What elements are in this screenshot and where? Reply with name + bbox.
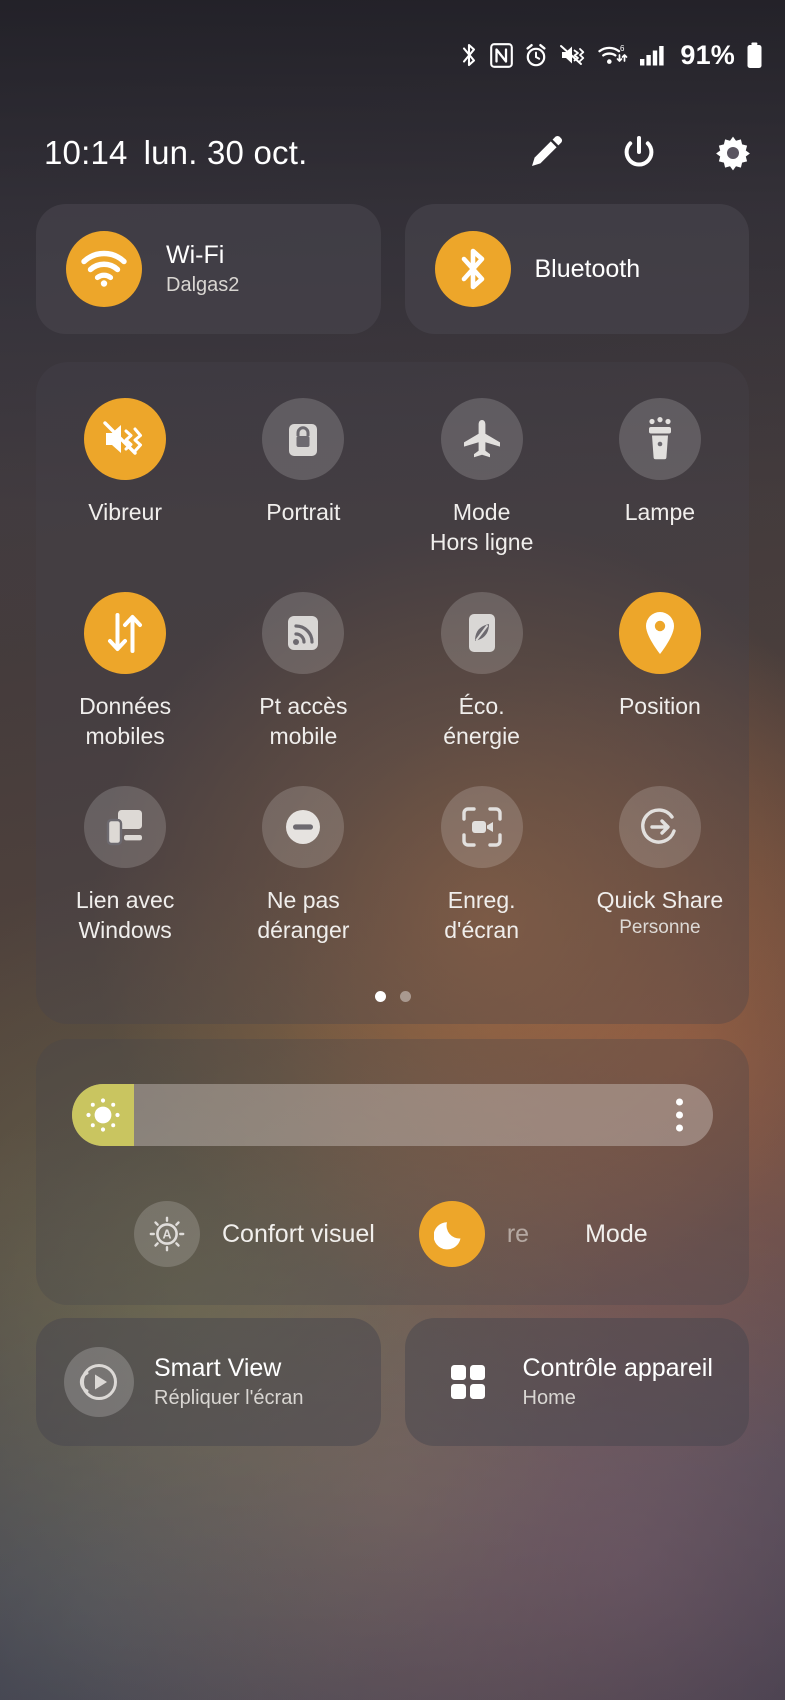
brightness-slider[interactable] bbox=[72, 1084, 713, 1146]
overflow-menu-icon[interactable] bbox=[676, 1098, 683, 1132]
page-dot-2[interactable] bbox=[399, 991, 411, 1002]
eye-comfort-label: Confort visuel bbox=[222, 1219, 375, 1248]
vibrate-icon bbox=[84, 398, 167, 480]
svg-text:6: 6 bbox=[620, 44, 625, 53]
tile-label: Éco. énergie bbox=[443, 693, 520, 749]
brightness-sun-icon[interactable] bbox=[83, 1095, 123, 1135]
do-not-disturb-icon bbox=[262, 786, 345, 868]
wifi-icon bbox=[66, 231, 142, 307]
nfc-icon bbox=[490, 42, 514, 68]
tile-portrait[interactable]: Portrait bbox=[214, 398, 392, 584]
tile-ne-pas-deranger[interactable]: Ne pas déranger bbox=[214, 786, 392, 972]
dark-mode-label: re bbox=[506, 1219, 530, 1248]
brightness-panel: A Confort visuel re Mode bbox=[36, 1039, 749, 1305]
tile-eco-energie[interactable]: Éco. énergie bbox=[393, 592, 571, 778]
tile-label: Ne pas déranger bbox=[257, 887, 350, 943]
tile-lampe[interactable]: Lampe bbox=[571, 398, 749, 584]
tile-mode-hors-ligne[interactable]: Mode Hors ligne bbox=[393, 398, 571, 584]
tile-pt-acces-mobile[interactable]: Pt accès mobile bbox=[214, 592, 392, 778]
device-control-tile[interactable]: Contrôle appareil Home bbox=[404, 1318, 749, 1446]
header-actions bbox=[523, 131, 755, 175]
eye-comfort-icon: A bbox=[134, 1201, 200, 1267]
tile-label: Vibreur bbox=[88, 499, 162, 525]
quick-toggles-panel: Vibreur Portrait Mode Hors ligne Lampe D… bbox=[36, 362, 749, 1024]
device-control-icon bbox=[433, 1347, 503, 1417]
smart-view-sublabel: Répliquer l'écran bbox=[154, 1387, 304, 1409]
dark-mode-toggle[interactable]: re Mode bbox=[418, 1201, 648, 1267]
device-control-sublabel: Home bbox=[522, 1387, 576, 1409]
bluetooth-icon bbox=[434, 231, 511, 307]
device-control-label: Contrôle appareil bbox=[522, 1354, 713, 1382]
quick-settings-panel: 6 91% 10:14 lun. 30 oct. Wi-Fi Dalgas2 B… bbox=[0, 0, 785, 1700]
rotation-lock-icon bbox=[262, 398, 345, 480]
tile-label: Position bbox=[618, 693, 701, 719]
mobile-data-icon bbox=[84, 592, 167, 674]
bottom-tiles: Smart View Répliquer l'écran Contrôle ap… bbox=[36, 1318, 749, 1446]
bluetooth-tile[interactable]: Bluetooth bbox=[404, 204, 749, 334]
tile-enreg-decran[interactable]: Enreg. d'écran bbox=[393, 786, 571, 972]
settings-button[interactable] bbox=[711, 131, 755, 175]
status-bar: 6 91% bbox=[0, 0, 785, 110]
tile-sublabel: Personne bbox=[619, 917, 701, 938]
alarm-icon bbox=[524, 43, 548, 68]
smart-view-label: Smart View bbox=[154, 1354, 282, 1382]
quick-toggles-grid: Vibreur Portrait Mode Hors ligne Lampe D… bbox=[36, 398, 749, 972]
wifi-6-icon: 6 bbox=[598, 43, 628, 68]
hotspot-icon bbox=[262, 592, 345, 674]
svg-text:A: A bbox=[162, 1227, 171, 1241]
vibrate-icon bbox=[559, 43, 587, 67]
battery-icon bbox=[746, 42, 763, 69]
battery-saver-icon bbox=[440, 592, 523, 674]
signal-bars-icon bbox=[639, 43, 666, 67]
tile-label: Lien avec Windows bbox=[75, 887, 175, 943]
wifi-tile[interactable]: Wi-Fi Dalgas2 bbox=[36, 204, 381, 334]
edit-button[interactable] bbox=[523, 131, 567, 175]
gear-icon bbox=[713, 133, 753, 173]
power-icon bbox=[619, 133, 659, 173]
connectivity-tiles: Wi-Fi Dalgas2 Bluetooth bbox=[36, 204, 749, 334]
power-button[interactable] bbox=[617, 131, 661, 175]
screen-record-icon bbox=[440, 786, 523, 868]
tile-donnees-mobiles[interactable]: Données mobiles bbox=[36, 592, 214, 778]
bluetooth-tile-label: Bluetooth bbox=[534, 254, 641, 283]
bluetooth-icon bbox=[459, 42, 479, 68]
wifi-tile-label: Wi-Fi bbox=[166, 241, 225, 269]
tile-label: Portrait bbox=[266, 499, 341, 525]
panel-header: 10:14 lun. 30 oct. bbox=[0, 118, 785, 188]
flashlight-icon bbox=[618, 398, 701, 480]
battery-percent-label: 91% bbox=[680, 39, 735, 70]
mode-label: Mode bbox=[585, 1219, 648, 1248]
tile-lien-avec-windows[interactable]: Lien avec Windows bbox=[36, 786, 214, 972]
tile-label: Mode Hors ligne bbox=[429, 499, 534, 555]
smart-view-icon bbox=[64, 1347, 134, 1417]
tile-label: Lampe bbox=[624, 499, 696, 525]
clock-area[interactable]: 10:14 lun. 30 oct. bbox=[44, 134, 307, 172]
tile-quick-share[interactable]: Quick Share Personne bbox=[571, 786, 749, 972]
brightness-toggle-row: A Confort visuel re Mode bbox=[36, 1189, 749, 1279]
smart-view-tile[interactable]: Smart View Répliquer l'écran bbox=[36, 1318, 381, 1446]
airplane-icon bbox=[440, 398, 523, 480]
clock-time: 10:14 bbox=[44, 134, 128, 171]
tile-label: Quick Share bbox=[596, 887, 724, 913]
pencil-icon bbox=[525, 133, 565, 173]
dark-mode-moon-icon bbox=[418, 1201, 485, 1267]
page-dot-1[interactable] bbox=[374, 991, 386, 1002]
tile-label: Enreg. d'écran bbox=[444, 887, 519, 943]
quick-share-icon bbox=[618, 786, 701, 868]
link-to-windows-icon bbox=[84, 786, 167, 868]
page-indicator bbox=[36, 991, 749, 1002]
clock-date: lun. 30 oct. bbox=[143, 134, 308, 171]
location-pin-icon bbox=[618, 592, 701, 674]
tile-vibreur[interactable]: Vibreur bbox=[36, 398, 214, 584]
tile-label: Pt accès mobile bbox=[259, 693, 348, 749]
eye-comfort-toggle[interactable]: A Confort visuel bbox=[134, 1201, 375, 1267]
tile-position[interactable]: Position bbox=[571, 592, 749, 778]
wifi-tile-sublabel: Dalgas2 bbox=[166, 274, 240, 296]
tile-label: Données mobiles bbox=[79, 693, 172, 749]
